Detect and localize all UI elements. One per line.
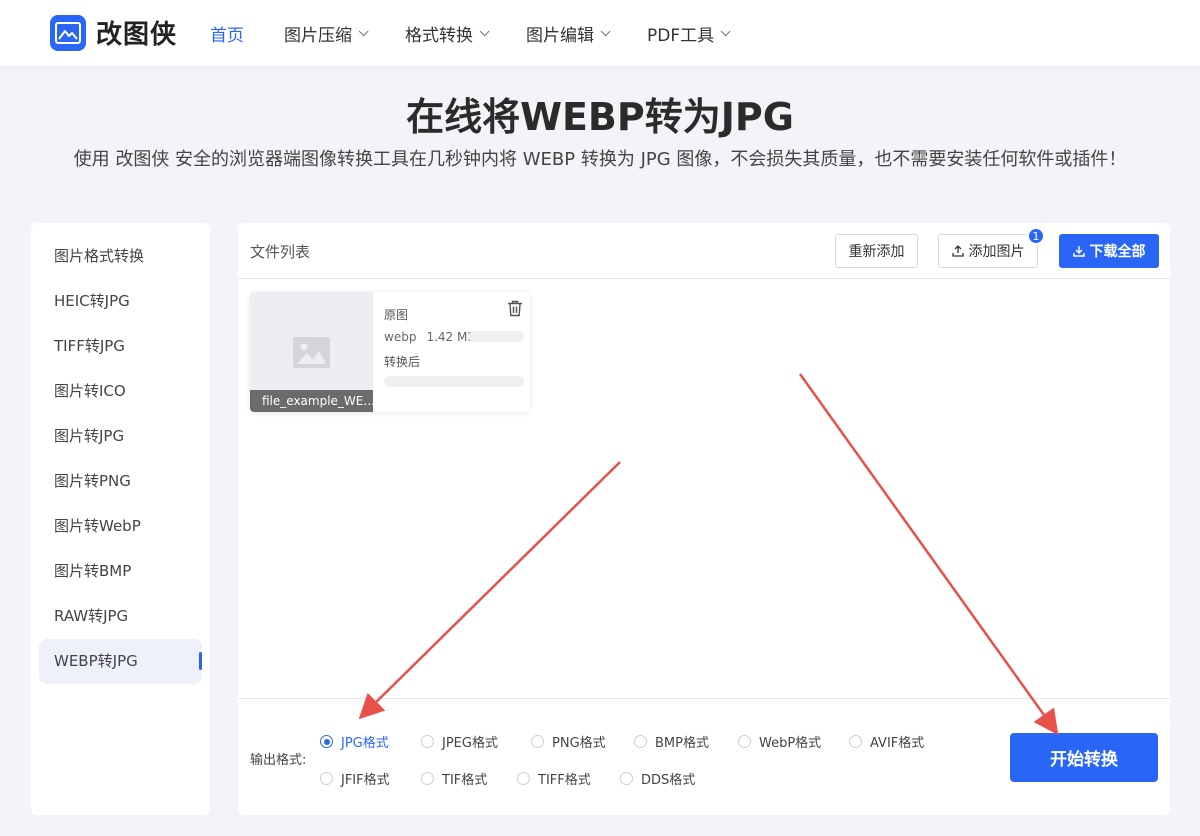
sidebar-item-image-to-bmp[interactable]: 图片转BMP (31, 549, 210, 594)
radio-icon (320, 772, 333, 785)
nav-format-convert-label: 格式转换 (405, 25, 473, 46)
radio-icon (620, 772, 633, 785)
converted-label: 转换后 (384, 355, 421, 369)
format-option-png[interactable]: PNG格式 (531, 732, 606, 751)
format-option-webp[interactable]: WebP格式 (738, 732, 821, 751)
radio-icon (634, 735, 647, 748)
format-option-label: AVIF格式 (870, 736, 925, 751)
sidebar: 图片格式转换 HEIC转JPG TIFF转JPG 图片转ICO 图片转JPG 图… (31, 223, 210, 815)
sidebar-item-heic-to-jpg[interactable]: HEIC转JPG (31, 279, 210, 324)
readd-button[interactable]: 重新添加 (835, 234, 918, 268)
format-option-tiff[interactable]: TIFF格式 (517, 769, 591, 788)
format-option-label: WebP格式 (759, 736, 822, 751)
add-image-button[interactable]: 添加图片 1 (938, 227, 1045, 268)
start-convert-label: 开始转换 (1050, 750, 1118, 770)
file-panel-header: 文件列表 重新添加 添加图片 1 下载全部 (238, 223, 1170, 279)
sidebar-item-image-to-jpg[interactable]: 图片转JPG (31, 414, 210, 459)
radio-icon (517, 772, 530, 785)
sidebar-item-raw-to-jpg[interactable]: RAW转JPG (31, 594, 210, 639)
nav-home-label: 首页 (210, 25, 244, 46)
file-name: file_example_WE... (250, 390, 373, 412)
format-option-dds[interactable]: DDS格式 (620, 769, 695, 788)
logo-icon (50, 14, 86, 51)
converted-progress-bar (384, 376, 524, 387)
format-option-label: TIF格式 (442, 773, 488, 788)
add-image-label: 添加图片 (968, 244, 1025, 260)
format-option-label: BMP格式 (655, 736, 709, 751)
format-option-jpg[interactable]: JPG格式 (320, 732, 389, 751)
radio-icon (738, 735, 751, 748)
radio-icon (849, 735, 862, 748)
upload-icon (951, 245, 964, 257)
page-title: 在线将WEBP转为JPG (406, 95, 794, 139)
chevron-down-icon (479, 25, 490, 36)
radio-icon (421, 735, 434, 748)
format-option-label: PNG格式 (552, 736, 606, 751)
file-thumbnail: file_example_WE... (250, 292, 373, 412)
chevron-down-icon (600, 25, 611, 36)
top-navbar: 改图侠 首页 图片压缩 格式转换 图片编辑 PDF工具 (0, 0, 1200, 66)
main-nav: 首页 图片压缩 格式转换 图片编辑 PDF工具 (210, 0, 767, 66)
file-card: file_example_WE... 原图 webp 1.42 MB 转换后 (250, 292, 530, 412)
format-option-jpeg[interactable]: JPEG格式 (421, 732, 498, 751)
original-info: webp 1.42 MB (384, 330, 476, 344)
format-option-jfif[interactable]: JFIF格式 (320, 769, 390, 788)
nav-pdf-tools-label: PDF工具 (647, 25, 715, 46)
format-option-bmp[interactable]: BMP格式 (634, 732, 709, 751)
file-count-badge: 1 (1027, 227, 1045, 245)
format-option-label: JPG格式 (341, 736, 389, 751)
nav-format-convert[interactable]: 格式转换 (405, 21, 490, 46)
radio-icon (320, 735, 333, 748)
original-progress-bar (468, 331, 524, 342)
output-format-label: 输出格式: (250, 753, 307, 768)
file-format: webp (384, 330, 417, 344)
sidebar-item-image-to-png[interactable]: 图片转PNG (31, 459, 210, 504)
sidebar-item-format-convert[interactable]: 图片格式转换 (31, 234, 210, 279)
page-subtitle: 使用 改图侠 安全的浏览器端图像转换工具在几秒钟内将 WEBP 转换为 JPG … (73, 149, 1127, 170)
chevron-down-icon (720, 25, 731, 36)
nav-image-edit[interactable]: 图片编辑 (526, 21, 611, 46)
logo-text: 改图侠 (96, 20, 178, 50)
logo[interactable]: 改图侠 (50, 14, 177, 51)
original-label: 原图 (384, 308, 409, 322)
format-option-label: JPEG格式 (442, 736, 498, 751)
delete-icon[interactable] (507, 300, 523, 317)
radio-icon (531, 735, 544, 748)
format-option-label: DDS格式 (641, 773, 696, 788)
download-all-label: 下载全部 (1089, 244, 1146, 260)
sidebar-item-image-to-ico[interactable]: 图片转ICO (31, 369, 210, 414)
nav-pdf-tools[interactable]: PDF工具 (647, 21, 731, 46)
format-option-tif[interactable]: TIF格式 (421, 769, 487, 788)
image-placeholder-icon (293, 337, 330, 368)
chevron-down-icon (358, 25, 369, 36)
readd-button-label: 重新添加 (848, 244, 905, 260)
start-convert-button[interactable]: 开始转换 (1010, 733, 1158, 782)
file-list-title: 文件列表 (250, 243, 311, 261)
download-icon (1072, 246, 1085, 257)
nav-image-edit-label: 图片编辑 (526, 25, 594, 46)
sidebar-item-tiff-to-jpg[interactable]: TIFF转JPG (31, 324, 210, 369)
nav-image-compress[interactable]: 图片压缩 (284, 21, 369, 46)
download-all-button[interactable]: 下载全部 (1059, 234, 1159, 268)
sidebar-item-image-to-webp[interactable]: 图片转WebP (31, 504, 210, 549)
format-option-label: TIFF格式 (538, 773, 591, 788)
radio-icon (421, 772, 434, 785)
sidebar-item-webp-to-jpg[interactable]: WEBP转JPG (39, 639, 202, 684)
file-panel: 文件列表 重新添加 添加图片 1 下载全部 file_example_WE...… (238, 223, 1170, 815)
format-option-label: JFIF格式 (341, 773, 390, 788)
nav-image-compress-label: 图片压缩 (284, 25, 352, 46)
nav-home[interactable]: 首页 (210, 21, 244, 46)
format-option-avif[interactable]: AVIF格式 (849, 732, 924, 751)
output-options: 输出格式: JPG格式 JPEG格式 PNG格式 BMP格式 WebP格式 AV… (238, 698, 1170, 815)
